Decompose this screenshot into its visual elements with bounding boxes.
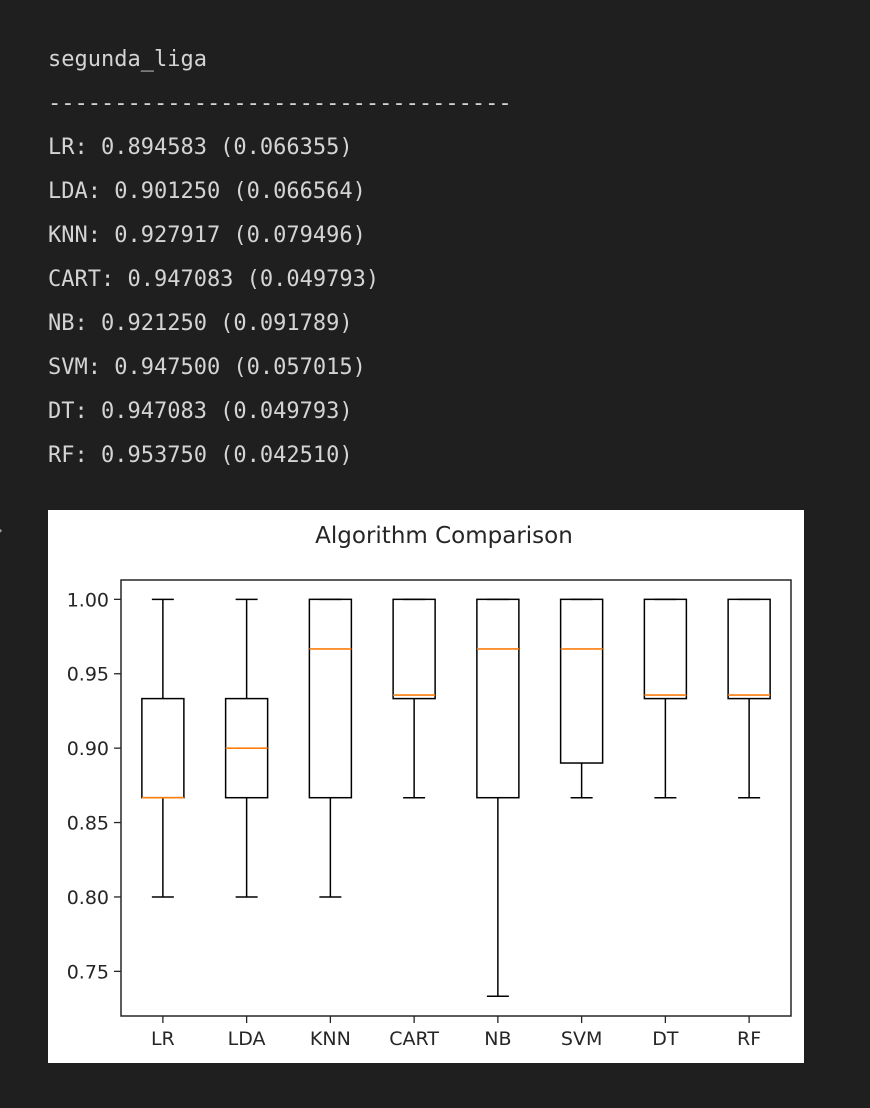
result-line: SVM: 0.947500 (0.057015) — [48, 355, 366, 380]
x-tick-label: CART — [389, 1028, 439, 1050]
y-tick-label: 1.00 — [67, 589, 109, 611]
result-line: LDA: 0.901250 (0.066564) — [48, 179, 366, 204]
cell-output: segunda_liga ---------------------------… — [48, 38, 828, 478]
x-tick-label: LDA — [228, 1028, 266, 1050]
box-iqr — [308, 598, 353, 799]
y-tick-label: 0.90 — [67, 738, 109, 760]
output-heading: segunda_liga — [48, 47, 207, 72]
box-iqr — [392, 598, 436, 700]
result-line: CART: 0.947083 (0.049793) — [48, 267, 380, 292]
x-tick-label: LR — [151, 1028, 175, 1050]
axes-frame — [120, 579, 792, 1017]
boxplot-chart: Algorithm Comparison 1.00 0.95 0.90 0.85 0.8… — [67, 523, 792, 1050]
x-tick-label: SVM — [561, 1028, 602, 1050]
result-line: KNN: 0.927917 (0.079496) — [48, 223, 366, 248]
box-iqr — [141, 697, 185, 799]
box-iqr — [643, 598, 688, 700]
x-tick-label: DT — [652, 1028, 679, 1050]
chart-title: Algorithm Comparison — [315, 523, 573, 549]
result-line: RF: 0.953750 (0.042510) — [48, 443, 353, 468]
output-separator: ----------------------------------- — [48, 91, 512, 116]
box-iqr — [727, 598, 771, 700]
x-tick-label: KNN — [310, 1028, 351, 1050]
result-line: DT: 0.947083 (0.049793) — [48, 399, 353, 424]
result-line: NB: 0.921250 (0.091789) — [48, 311, 353, 336]
y-tick-label: 0.75 — [67, 961, 109, 983]
plot-area: 1.00 0.95 0.90 0.85 0.80 0.75 LR LDA KNN CART NB SV… — [67, 579, 792, 1050]
result-line: LR: 0.894583 (0.066355) — [48, 135, 353, 160]
collapse-chevron-icon[interactable]: › — [0, 520, 3, 541]
y-tick-label: 0.80 — [67, 887, 109, 909]
chart-figure: Algorithm Comparison 1.00 0.95 0.90 0.85 0.8… — [48, 510, 804, 1063]
x-tick-label: NB — [484, 1028, 511, 1050]
box-iqr — [476, 598, 520, 799]
x-tick-label: RF — [737, 1028, 761, 1050]
y-tick-label: 0.85 — [67, 813, 109, 835]
box-iqr — [559, 598, 604, 764]
y-tick-label: 0.95 — [67, 664, 109, 686]
